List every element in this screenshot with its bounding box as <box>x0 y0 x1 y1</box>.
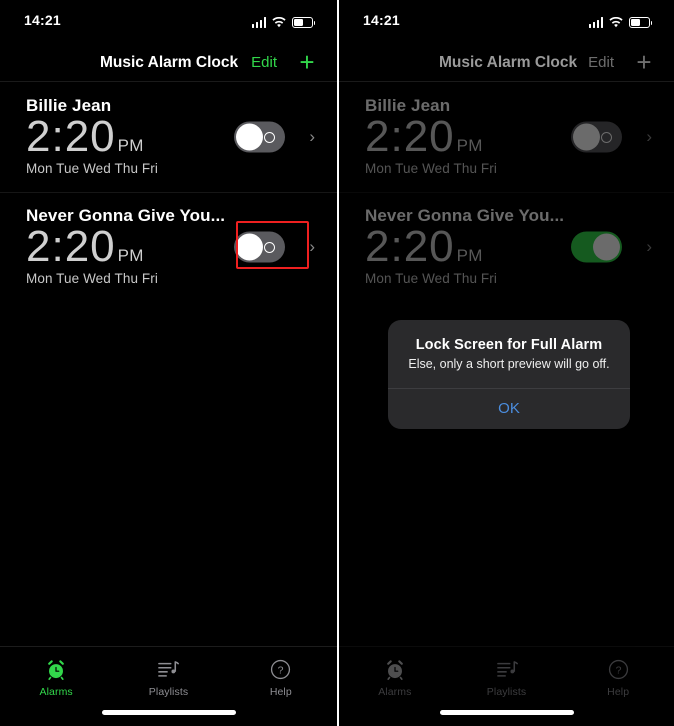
chevron-right-icon[interactable]: › <box>646 237 652 257</box>
alarm-clock-icon <box>384 657 406 682</box>
tab-playlists[interactable]: Playlists <box>451 657 563 698</box>
alarm-time: 2:20 PM <box>365 222 674 271</box>
svg-text:?: ? <box>615 665 621 677</box>
tab-label: Help <box>607 686 630 698</box>
edit-button[interactable]: Edit <box>588 54 614 71</box>
chevron-right-icon[interactable]: › <box>646 127 652 147</box>
status-bar: 14:21 <box>0 0 337 44</box>
tab-label: Playlists <box>148 686 189 698</box>
home-indicator[interactable] <box>101 710 236 715</box>
alarm-repeat-days: Mon Tue Wed Thu Fri <box>26 271 158 287</box>
cellular-signal-icon <box>251 17 266 28</box>
chevron-right-icon[interactable]: › <box>309 127 315 147</box>
alarm-time-meridiem: PM <box>117 246 144 265</box>
toggle-knob <box>573 123 600 151</box>
alarm-time-value: 2:20 <box>365 112 455 161</box>
alarm-row[interactable]: Never Gonna Give You... 2:20 PM Mon Tue … <box>339 192 674 302</box>
alarm-time-value: 2:20 <box>365 222 455 271</box>
battery-icon <box>292 17 316 28</box>
page-title: Music Alarm Clock <box>439 53 578 71</box>
alarm-time: 2:20 PM <box>26 112 337 161</box>
status-bar-time: 14:21 <box>24 12 61 28</box>
battery-icon <box>629 17 653 28</box>
cellular-signal-icon <box>588 17 603 28</box>
alert-message: Else, only a short preview will go off. <box>408 357 610 371</box>
alarm-toggle[interactable] <box>571 231 622 263</box>
alarm-time-value: 2:20 <box>26 112 116 161</box>
navigation-bar: Music Alarm Clock Edit + <box>0 44 337 82</box>
alarm-time: 2:20 PM <box>26 222 337 271</box>
alarm-row[interactable]: Never Gonna Give You... 2:20 PM Mon Tue … <box>0 192 337 302</box>
add-alarm-button[interactable]: + <box>297 49 317 75</box>
alarm-toggle[interactable] <box>234 231 285 263</box>
wifi-icon <box>272 17 286 28</box>
toggle-off-ring-icon <box>264 131 275 143</box>
tab-bar: Alarms Playlists ? Help <box>0 646 337 726</box>
tab-label: Alarms <box>378 686 412 698</box>
phone-screen-left: 14:21 Music Alarm Clock Edit + Billie Je… <box>0 0 337 726</box>
chevron-right-icon[interactable]: › <box>309 237 315 257</box>
alarm-clock-icon <box>45 657 67 682</box>
toggle-off-ring-icon <box>264 241 275 253</box>
tab-help[interactable]: ? Help <box>225 657 337 698</box>
tab-help[interactable]: ? Help <box>562 657 674 698</box>
alarm-time-meridiem: PM <box>456 136 483 155</box>
alarm-toggle[interactable] <box>571 121 622 153</box>
alarm-repeat-days: Mon Tue Wed Thu Fri <box>26 161 158 177</box>
alarm-time-value: 2:20 <box>26 222 116 271</box>
tab-playlists[interactable]: Playlists <box>112 657 224 698</box>
alarm-time-meridiem: PM <box>456 246 483 265</box>
alarm-toggle[interactable] <box>234 121 285 153</box>
tab-label: Alarms <box>39 686 73 698</box>
tab-alarms[interactable]: Alarms <box>0 657 112 698</box>
screenshot-stage: 14:21 Music Alarm Clock Edit + Billie Je… <box>0 0 674 726</box>
question-mark-circle-icon: ? <box>608 657 629 682</box>
alarm-list: Billie Jean 2:20 PM Mon Tue Wed Thu Fri … <box>0 82 337 302</box>
alarm-repeat-days: Mon Tue Wed Thu Fri <box>365 161 497 177</box>
home-indicator[interactable] <box>439 710 574 715</box>
edit-button[interactable]: Edit <box>251 54 277 71</box>
tab-alarms[interactable]: Alarms <box>339 657 451 698</box>
playlist-music-icon <box>157 657 180 682</box>
toggle-knob <box>236 123 263 151</box>
alarm-repeat-days: Mon Tue Wed Thu Fri <box>365 271 497 287</box>
alarm-time-meridiem: PM <box>117 136 144 155</box>
status-bar: 14:21 <box>339 0 674 44</box>
add-alarm-button[interactable]: + <box>634 49 654 75</box>
svg-text:?: ? <box>278 665 284 677</box>
alert-ok-button[interactable]: OK <box>388 387 630 429</box>
toggle-off-ring-icon <box>601 131 612 143</box>
phone-screen-right: 14:21 Music Alarm Clock Edit + Billie Je… <box>337 0 674 726</box>
alert-dialog: Lock Screen for Full Alarm Else, only a … <box>388 320 630 429</box>
wifi-icon <box>609 17 623 28</box>
status-bar-icons <box>588 14 653 28</box>
alert-title: Lock Screen for Full Alarm <box>415 337 603 353</box>
playlist-music-icon <box>496 657 518 682</box>
alarm-row[interactable]: Billie Jean 2:20 PM Mon Tue Wed Thu Fri … <box>0 82 337 192</box>
page-title: Music Alarm Clock <box>100 53 239 71</box>
tab-label: Help <box>269 686 292 698</box>
alarm-time: 2:20 PM <box>365 112 674 161</box>
alarm-list: Billie Jean 2:20 PM Mon Tue Wed Thu Fri … <box>339 82 674 302</box>
alarm-row[interactable]: Billie Jean 2:20 PM Mon Tue Wed Thu Fri … <box>339 82 674 192</box>
navigation-bar: Music Alarm Clock Edit + <box>339 44 674 82</box>
alert-body: Lock Screen for Full Alarm Else, only a … <box>388 320 630 388</box>
tab-label: Playlists <box>486 686 527 698</box>
toggle-knob <box>236 233 263 261</box>
toggle-knob <box>593 233 620 261</box>
status-bar-icons <box>251 14 316 28</box>
question-mark-circle-icon: ? <box>270 657 291 682</box>
status-bar-time: 14:21 <box>363 12 400 28</box>
